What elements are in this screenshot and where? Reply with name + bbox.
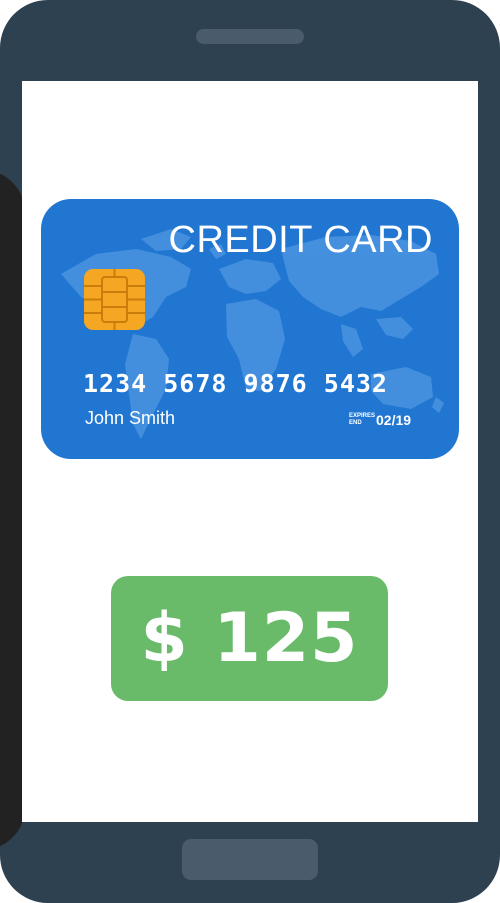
- amount-value: $ 125: [140, 599, 359, 678]
- expiry-label: EXPIRES END: [349, 413, 379, 427]
- credit-card[interactable]: CREDIT CARD 1234 5678 9876 5432 John Smi…: [41, 199, 459, 459]
- expiry-label-line2: END: [349, 420, 362, 426]
- card-number: 1234 5678 9876 5432: [83, 369, 388, 398]
- expiry-label-line1: EXPIRES: [349, 413, 376, 419]
- amount-badge[interactable]: $ 125: [111, 576, 388, 701]
- card-holder-name: John Smith: [85, 408, 176, 428]
- phone-speaker: [196, 29, 304, 44]
- chip-icon: [84, 269, 145, 330]
- home-button[interactable]: [182, 839, 318, 880]
- card-title: CREDIT CARD: [168, 219, 433, 261]
- expiry-date: 02/19: [376, 412, 412, 428]
